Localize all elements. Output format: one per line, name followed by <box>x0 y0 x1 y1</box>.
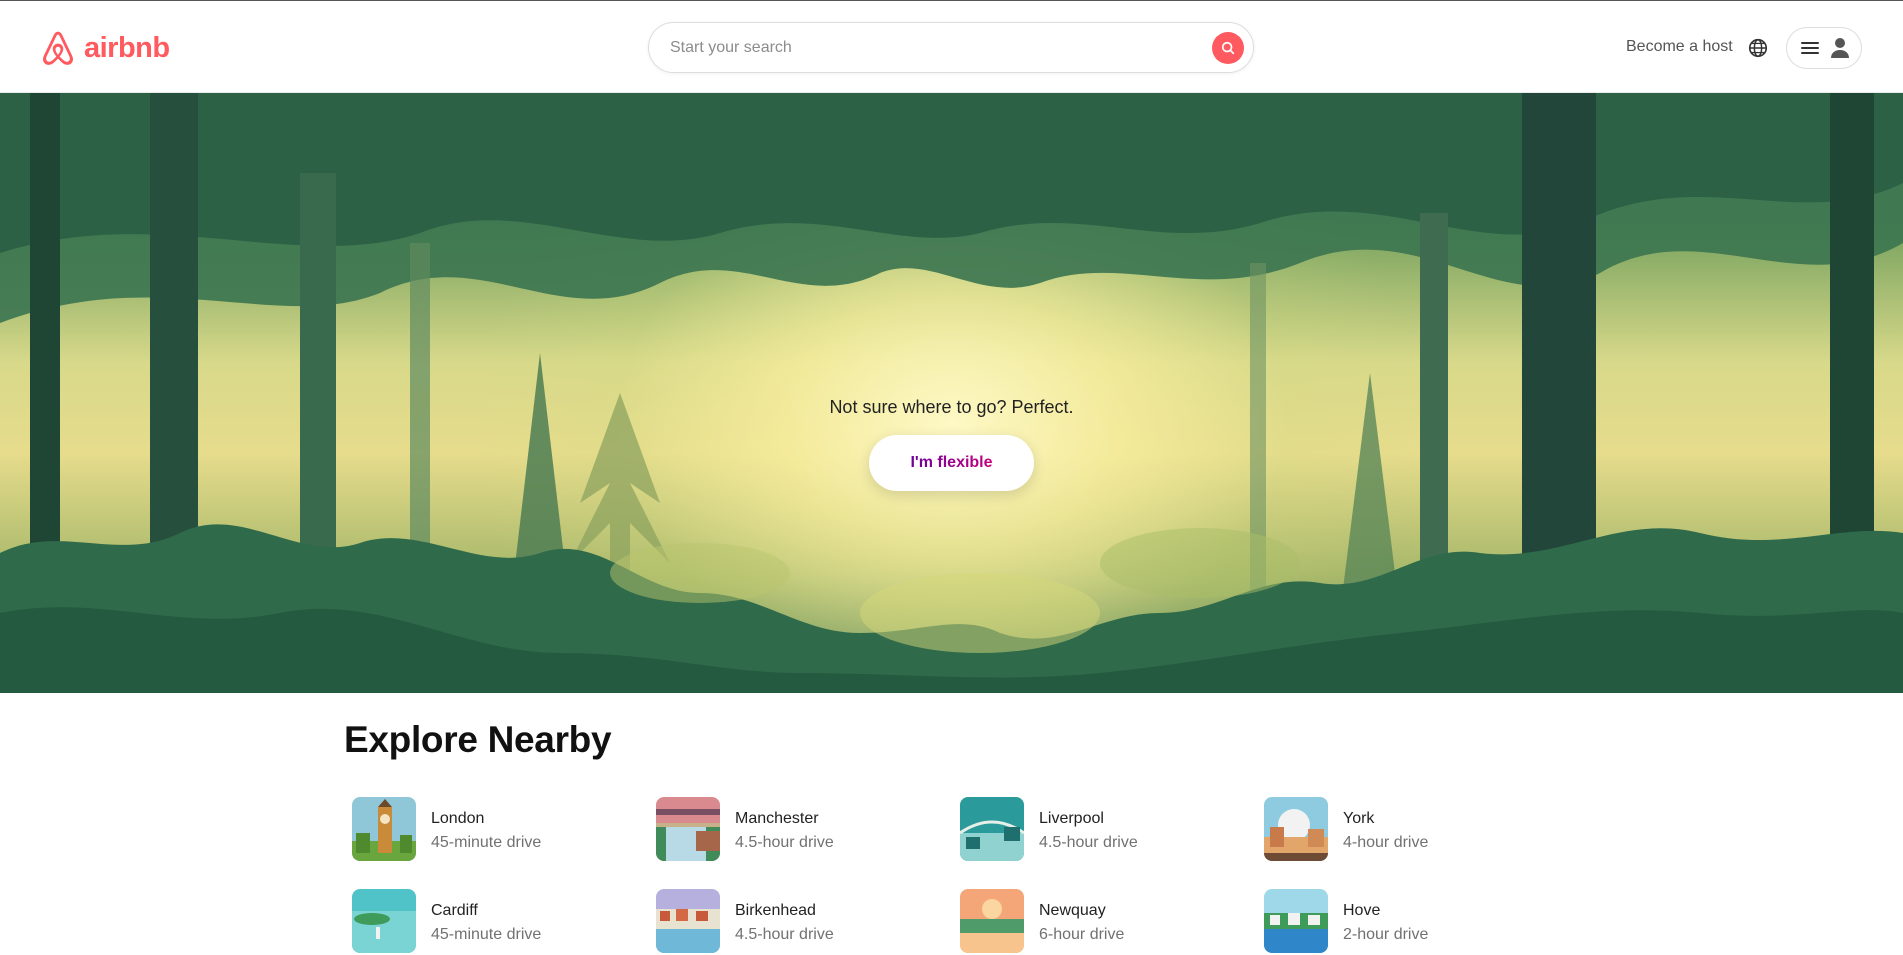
search-input[interactable] <box>670 38 1170 57</box>
top-navbar: airbnb Become a host <box>0 0 1903 93</box>
user-menu-button[interactable] <box>1786 27 1862 69</box>
york-illustration-icon <box>1264 797 1328 861</box>
nearby-card-manchester[interactable]: Manchester 4.5-hour drive <box>656 797 936 863</box>
nearby-distance: 45-minute drive <box>431 926 542 943</box>
cardiff-thumbnail <box>352 889 416 953</box>
nearby-name: Manchester <box>735 810 819 827</box>
nearby-card-birkenhead[interactable]: Birkenhead 4.5-hour drive <box>656 889 936 955</box>
nearby-name: Liverpool <box>1039 810 1104 827</box>
london-illustration-icon <box>352 797 416 861</box>
hove-illustration-icon <box>1264 889 1328 953</box>
airbnb-logo[interactable]: airbnb <box>38 28 170 68</box>
birkenhead-thumbnail <box>656 889 720 953</box>
hamburger-menu-icon <box>1801 42 1819 54</box>
nearby-distance: 6-hour drive <box>1039 926 1125 943</box>
nearby-distance: 4-hour drive <box>1343 834 1429 851</box>
newquay-illustration-icon <box>960 889 1024 953</box>
nearby-name: Birkenhead <box>735 902 816 919</box>
nearby-distance: 4.5-hour drive <box>735 834 834 851</box>
forest-illustration <box>0 93 1903 693</box>
cardiff-illustration-icon <box>352 889 416 953</box>
hero-tagline: Not sure where to go? Perfect. <box>829 397 1074 417</box>
nearby-name: Cardiff <box>431 902 478 919</box>
nearby-distance: 45-minute drive <box>431 834 542 851</box>
user-avatar-icon <box>1831 38 1849 58</box>
birkenhead-illustration-icon <box>656 889 720 953</box>
logo-wordmark: airbnb <box>84 31 170 64</box>
nearby-name: Hove <box>1343 902 1381 919</box>
liverpool-thumbnail <box>960 797 1024 861</box>
search-button[interactable] <box>1212 32 1244 64</box>
search-bar[interactable] <box>648 22 1254 73</box>
globe-icon[interactable] <box>1747 37 1769 59</box>
nearby-card-york[interactable]: York 4-hour drive <box>1264 797 1544 863</box>
liverpool-illustration-icon <box>960 797 1024 861</box>
nearby-card-cardiff[interactable]: Cardiff 45-minute drive <box>352 889 632 955</box>
london-thumbnail <box>352 797 416 861</box>
nearby-distance: 4.5-hour drive <box>1039 834 1138 851</box>
manchester-illustration-icon <box>656 797 720 861</box>
hero-banner: Not sure where to go? Perfect. I'm flexi… <box>0 93 1903 693</box>
nearby-distance: 4.5-hour drive <box>735 926 834 943</box>
nearby-name: Newquay <box>1039 902 1106 919</box>
manchester-thumbnail <box>656 797 720 861</box>
nearby-card-london[interactable]: London 45-minute drive <box>352 797 632 863</box>
nearby-card-hove[interactable]: Hove 2-hour drive <box>1264 889 1544 955</box>
im-flexible-button[interactable]: I'm flexible <box>869 435 1034 491</box>
search-icon <box>1221 41 1235 55</box>
im-flexible-label: I'm flexible <box>910 454 993 471</box>
nearby-name: London <box>431 810 485 827</box>
explore-nearby-title: Explore Nearby <box>344 719 612 760</box>
nearby-card-newquay[interactable]: Newquay 6-hour drive <box>960 889 1240 955</box>
hove-thumbnail <box>1264 889 1328 953</box>
become-a-host-link[interactable]: Become a host <box>1626 38 1733 56</box>
york-thumbnail <box>1264 797 1328 861</box>
nearby-distance: 2-hour drive <box>1343 926 1429 943</box>
nearby-card-liverpool[interactable]: Liverpool 4.5-hour drive <box>960 797 1240 863</box>
airbnb-belo-icon <box>43 31 73 65</box>
newquay-thumbnail <box>960 889 1024 953</box>
nearby-name: York <box>1343 810 1375 827</box>
